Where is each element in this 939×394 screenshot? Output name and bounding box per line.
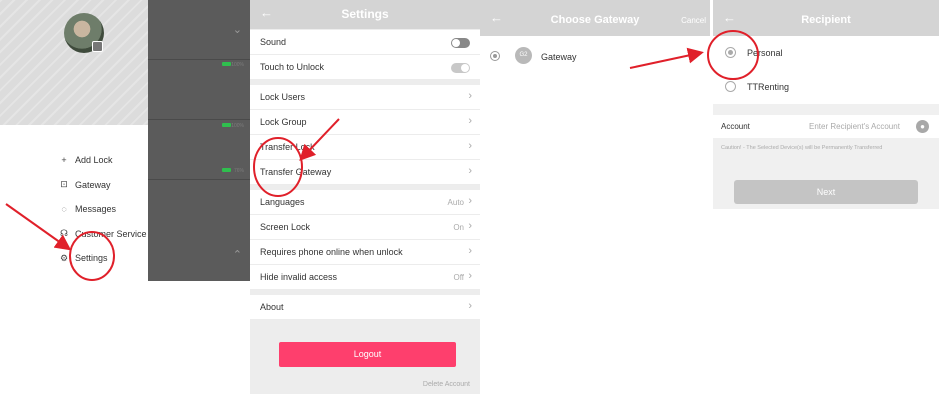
- settings-row-hide-invalid[interactable]: Hide invalid access Off ›: [250, 265, 480, 290]
- chevron-right-icon: ›: [468, 220, 472, 232]
- dimmed-lock-list[interactable]: ⌄ 100% 100% 76% ⌃: [148, 0, 250, 281]
- personal-radio[interactable]: [725, 47, 736, 58]
- row-label: Transfer Gateway: [260, 167, 332, 177]
- chevron-down-icon[interactable]: ⌄: [233, 23, 242, 36]
- row-label: Hide invalid access: [260, 272, 338, 282]
- chevron-right-icon: ›: [468, 115, 472, 127]
- settings-row-languages[interactable]: Languages Auto ›: [250, 190, 480, 215]
- row-label: Transfer Lock: [260, 142, 315, 152]
- row-label: Screen Lock: [260, 222, 311, 232]
- account-row: Account ●: [713, 115, 939, 138]
- settings-row-screen-lock[interactable]: Screen Lock On ›: [250, 215, 480, 240]
- menu-item-label: Gateway: [75, 179, 111, 190]
- chevron-right-icon: ›: [468, 195, 472, 207]
- headset-icon: ☊: [60, 228, 68, 239]
- settings-row-lock-group[interactable]: Lock Group ›: [250, 110, 480, 135]
- row-label: Requires phone online when unlock: [260, 247, 403, 257]
- option-label: TTRenting: [747, 82, 790, 92]
- message-icon: ◌: [61, 204, 67, 215]
- row-value: Auto: [447, 198, 464, 207]
- lock-card[interactable]: ⌄ 100%: [148, 0, 250, 68]
- page-title: Recipient: [801, 14, 851, 26]
- gateway-list-item[interactable]: G2 Gateway: [480, 42, 710, 70]
- menu-item-settings[interactable]: ⚙ Settings: [58, 246, 147, 271]
- menu-item-label: Messages: [75, 204, 117, 215]
- settings-header: ← Settings: [250, 0, 480, 29]
- gear-icon: ⚙: [59, 252, 69, 263]
- settings-row-lock-users[interactable]: Lock Users ›: [250, 85, 480, 110]
- lock-card[interactable]: ⌃: [148, 180, 250, 281]
- row-label: Languages: [260, 197, 305, 207]
- battery-icon: [222, 168, 231, 172]
- page-title: Settings: [341, 7, 389, 21]
- contact-picker-icon[interactable]: ●: [916, 120, 929, 133]
- gateway-name: Gateway: [541, 52, 577, 62]
- lock-card[interactable]: 100%: [148, 60, 250, 129]
- chevron-up-icon[interactable]: ⌃: [233, 248, 242, 261]
- delete-account-link[interactable]: Delete Account: [423, 381, 470, 388]
- touch-unlock-toggle[interactable]: [451, 63, 470, 73]
- row-label: About: [260, 302, 284, 312]
- settings-row-requires-online[interactable]: Requires phone online when unlock ›: [250, 240, 480, 265]
- lock-card[interactable]: 76%: [148, 120, 250, 180]
- menu-item-customer-service[interactable]: ☊ Customer Service: [58, 222, 147, 247]
- menu-item-label: Settings: [75, 253, 108, 264]
- cancel-button[interactable]: Cancel: [681, 16, 706, 25]
- account-label: Account: [721, 122, 750, 131]
- chevron-right-icon: ›: [468, 270, 472, 282]
- row-label: Lock Group: [260, 117, 307, 127]
- choose-gateway-screen: ← Choose Gateway Cancel G2 Gateway: [480, 0, 710, 394]
- settings-row-touch-unlock: Touch to Unlock: [250, 55, 480, 80]
- page-title: Choose Gateway: [550, 14, 640, 26]
- row-value: On: [453, 223, 464, 232]
- gateway-icon: ⊡: [60, 179, 68, 190]
- ttrenting-radio[interactable]: [725, 81, 736, 92]
- settings-row-transfer-lock[interactable]: Transfer Lock ›: [250, 135, 480, 160]
- recipient-option-personal[interactable]: Personal: [713, 36, 939, 70]
- logout-button[interactable]: Logout: [279, 342, 456, 367]
- side-menu-screen: ⌄ 100% 100% 76% ⌃ + Add Lock ⊡ Gateway ◌…: [0, 0, 250, 394]
- option-label: Personal: [747, 48, 783, 58]
- settings-row-sound: Sound: [250, 30, 480, 55]
- menu-item-label: Add Lock: [75, 155, 113, 166]
- chevron-right-icon: ›: [468, 165, 472, 177]
- settings-screen: ← Settings Sound Touch to Unlock Lock Us…: [250, 0, 480, 394]
- settings-row-transfer-gateway[interactable]: Transfer Gateway ›: [250, 160, 480, 185]
- side-menu: + Add Lock ⊡ Gateway ◌ Messages ☊ Custom…: [58, 148, 147, 271]
- menu-item-add-lock[interactable]: + Add Lock: [58, 148, 147, 173]
- recipient-option-ttrenting[interactable]: TTRenting: [713, 70, 939, 104]
- menu-item-label: Customer Service: [75, 228, 147, 239]
- chevron-right-icon: ›: [468, 300, 472, 312]
- row-label: Touch to Unlock: [260, 62, 325, 72]
- edit-avatar-icon[interactable]: [92, 41, 103, 52]
- chevron-right-icon: ›: [468, 140, 472, 152]
- row-value: Off: [453, 273, 464, 282]
- gateway-icon: G2: [515, 47, 532, 64]
- row-label: Lock Users: [260, 92, 306, 102]
- recipient-header: ← Recipient: [713, 0, 939, 36]
- caution-text: Caution! - The Selected Device(s) will b…: [721, 145, 883, 151]
- recipient-screen: ← Recipient Personal TTRenting Account ●…: [713, 0, 939, 209]
- battery-percent: 76%: [233, 168, 244, 174]
- gateway-radio[interactable]: [490, 51, 500, 61]
- account-input[interactable]: [809, 119, 905, 134]
- chevron-right-icon: ›: [468, 245, 472, 257]
- choose-gateway-header: ← Choose Gateway Cancel: [480, 0, 710, 36]
- settings-row-about[interactable]: About ›: [250, 295, 480, 320]
- menu-item-gateway[interactable]: ⊡ Gateway: [58, 173, 147, 198]
- chevron-right-icon: ›: [468, 90, 472, 102]
- menu-item-messages[interactable]: ◌ Messages: [58, 197, 147, 222]
- next-button[interactable]: Next: [734, 180, 918, 204]
- sound-toggle[interactable]: [451, 38, 470, 48]
- row-label: Sound: [260, 37, 287, 47]
- plus-icon: +: [61, 155, 67, 166]
